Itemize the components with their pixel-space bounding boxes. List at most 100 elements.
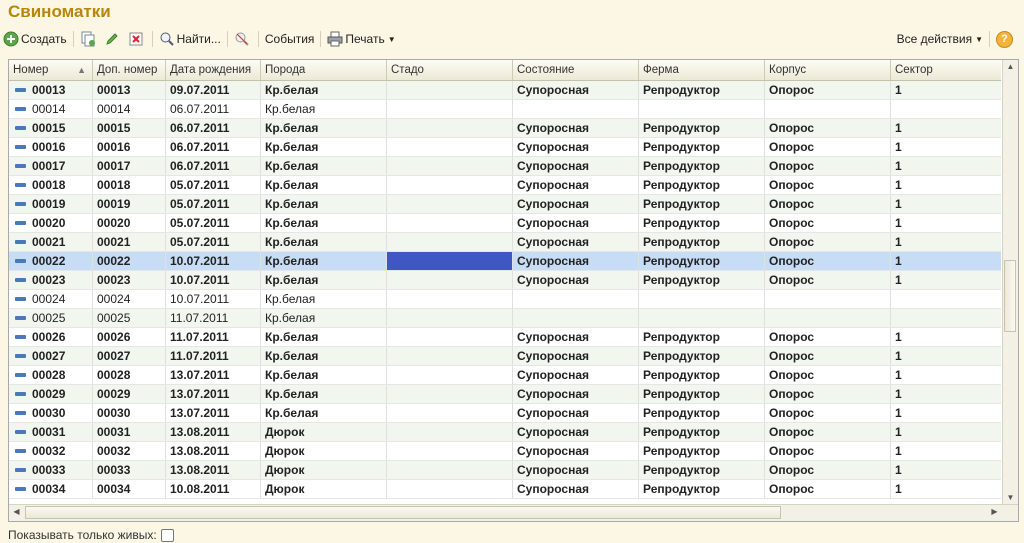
cell-herd[interactable] [387, 290, 513, 308]
cell-number[interactable]: 00029 [9, 385, 93, 403]
cell-birth-date[interactable]: 06.07.2011 [166, 157, 261, 175]
cell-number[interactable]: 00031 [9, 423, 93, 441]
cell-extra-number[interactable]: 00024 [93, 290, 166, 308]
column-header-farm[interactable]: Ферма [639, 60, 765, 80]
cell-sector[interactable]: 1 [891, 81, 1001, 99]
column-header-building[interactable]: Корпус [765, 60, 891, 80]
cell-extra-number[interactable]: 00026 [93, 328, 166, 346]
cell-birth-date[interactable]: 13.07.2011 [166, 385, 261, 403]
sows-table[interactable]: Номер ▲ Доп. номер Дата рождения Порода … [8, 59, 1019, 522]
cell-building[interactable]: Опорос [765, 423, 891, 441]
cell-breed[interactable]: Кр.белая [261, 328, 387, 346]
delete-button[interactable] [125, 29, 149, 49]
cell-sector[interactable]: 1 [891, 176, 1001, 194]
cell-sector[interactable]: 1 [891, 119, 1001, 137]
cell-building[interactable]: Опорос [765, 404, 891, 422]
cell-breed[interactable]: Кр.белая [261, 176, 387, 194]
cell-herd[interactable] [387, 461, 513, 479]
cell-state[interactable]: Супоросная [513, 347, 639, 365]
cell-number[interactable]: 00030 [9, 404, 93, 422]
cell-farm[interactable]: Репродуктор [639, 442, 765, 460]
cell-sector[interactable]: 1 [891, 442, 1001, 460]
cell-herd[interactable] [387, 138, 513, 156]
cell-extra-number[interactable]: 00032 [93, 442, 166, 460]
cell-state[interactable]: Супоросная [513, 81, 639, 99]
cell-state[interactable]: Супоросная [513, 138, 639, 156]
cell-sector[interactable]: 1 [891, 233, 1001, 251]
cell-breed[interactable]: Дюрок [261, 423, 387, 441]
cell-building[interactable]: Опорос [765, 157, 891, 175]
cell-number[interactable]: 00014 [9, 100, 93, 118]
cell-building[interactable]: Опорос [765, 119, 891, 137]
table-row[interactable]: 00030 00030 13.07.2011 Кр.белая Супоросная Ре… [9, 404, 1001, 423]
cell-breed[interactable]: Кр.белая [261, 385, 387, 403]
cell-number[interactable]: 00015 [9, 119, 93, 137]
cell-herd[interactable] [387, 252, 513, 270]
vertical-scroll-thumb[interactable] [1004, 260, 1016, 332]
cell-number[interactable]: 00019 [9, 195, 93, 213]
cell-herd[interactable] [387, 480, 513, 498]
cell-herd[interactable] [387, 347, 513, 365]
cell-birth-date[interactable]: 09.07.2011 [166, 81, 261, 99]
edit-button[interactable] [101, 29, 125, 49]
only-alive-checkbox[interactable] [160, 528, 174, 542]
cell-extra-number[interactable]: 00019 [93, 195, 166, 213]
cell-herd[interactable] [387, 195, 513, 213]
cell-state[interactable]: Супоросная [513, 252, 639, 270]
cell-number[interactable]: 00028 [9, 366, 93, 384]
cell-breed[interactable]: Кр.белая [261, 214, 387, 232]
cell-birth-date[interactable]: 10.07.2011 [166, 290, 261, 308]
scroll-down-icon[interactable]: ▼ [1003, 493, 1018, 502]
cell-herd[interactable] [387, 100, 513, 118]
cell-building[interactable] [765, 290, 891, 308]
cell-number[interactable]: 00018 [9, 176, 93, 194]
cell-sector[interactable]: 1 [891, 252, 1001, 270]
cell-sector[interactable]: 1 [891, 385, 1001, 403]
cell-farm[interactable]: Репродуктор [639, 404, 765, 422]
cell-birth-date[interactable]: 06.07.2011 [166, 138, 261, 156]
cell-extra-number[interactable]: 00023 [93, 271, 166, 289]
column-header-number[interactable]: Номер ▲ [9, 60, 93, 80]
cell-farm[interactable]: Репродуктор [639, 347, 765, 365]
vertical-scrollbar[interactable]: ▲ ▼ [1002, 60, 1018, 504]
column-header-extra-number[interactable]: Доп. номер [93, 60, 166, 80]
cell-sector[interactable]: 1 [891, 214, 1001, 232]
cell-state[interactable] [513, 290, 639, 308]
cell-farm[interactable]: Репродуктор [639, 480, 765, 498]
horizontal-scroll-thumb[interactable] [25, 506, 781, 519]
cell-breed[interactable]: Кр.белая [261, 366, 387, 384]
cell-number[interactable]: 00016 [9, 138, 93, 156]
cell-sector[interactable]: 1 [891, 347, 1001, 365]
cell-sector[interactable]: 1 [891, 138, 1001, 156]
cell-birth-date[interactable]: 13.08.2011 [166, 423, 261, 441]
cell-number[interactable]: 00017 [9, 157, 93, 175]
cell-state[interactable]: Супоросная [513, 442, 639, 460]
cell-sector[interactable]: 1 [891, 271, 1001, 289]
cell-herd[interactable] [387, 119, 513, 137]
cell-state[interactable]: Супоросная [513, 176, 639, 194]
cell-birth-date[interactable]: 05.07.2011 [166, 195, 261, 213]
cell-number[interactable]: 00024 [9, 290, 93, 308]
scroll-up-icon[interactable]: ▲ [1003, 62, 1018, 71]
cell-building[interactable] [765, 100, 891, 118]
cell-building[interactable] [765, 309, 891, 327]
cell-extra-number[interactable]: 00015 [93, 119, 166, 137]
cell-extra-number[interactable]: 00028 [93, 366, 166, 384]
cell-breed[interactable]: Дюрок [261, 461, 387, 479]
cell-breed[interactable]: Кр.белая [261, 100, 387, 118]
cell-building[interactable]: Опорос [765, 233, 891, 251]
cell-sector[interactable]: 1 [891, 423, 1001, 441]
cell-herd[interactable] [387, 328, 513, 346]
cell-herd[interactable] [387, 404, 513, 422]
cell-breed[interactable]: Кр.белая [261, 157, 387, 175]
cell-herd[interactable] [387, 423, 513, 441]
cell-extra-number[interactable]: 00033 [93, 461, 166, 479]
cell-birth-date[interactable]: 11.07.2011 [166, 309, 261, 327]
cell-sector[interactable]: 1 [891, 328, 1001, 346]
cell-extra-number[interactable]: 00018 [93, 176, 166, 194]
cell-building[interactable]: Опорос [765, 385, 891, 403]
cell-building[interactable]: Опорос [765, 442, 891, 460]
cell-extra-number[interactable]: 00034 [93, 480, 166, 498]
cell-sector[interactable] [891, 290, 1001, 308]
cell-herd[interactable] [387, 157, 513, 175]
